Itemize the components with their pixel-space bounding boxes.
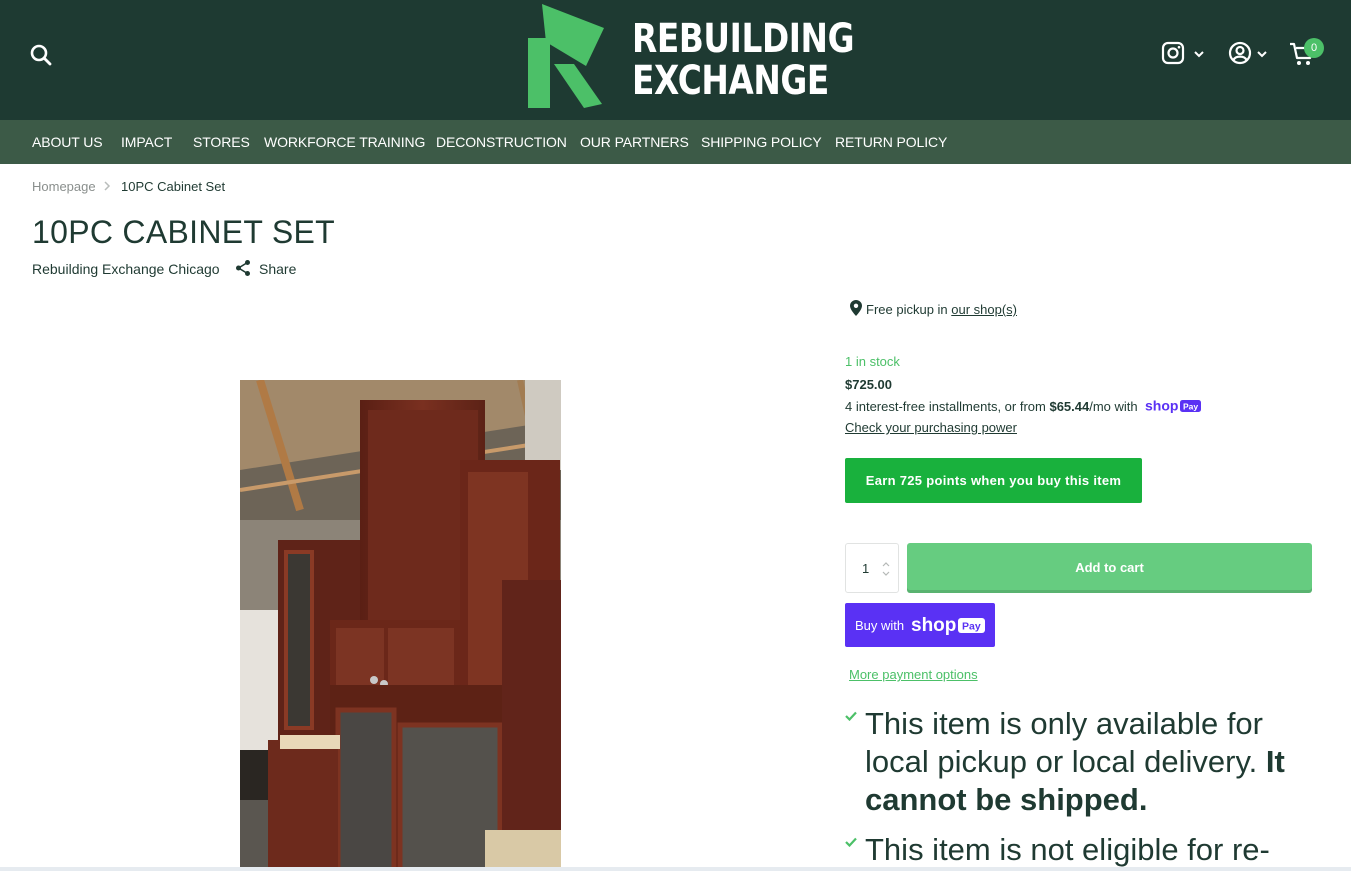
share-label: Share <box>259 261 297 277</box>
breadcrumb-home-link[interactable]: Homepage <box>32 179 96 194</box>
installments-prefix: 4 interest-free installments, or from <box>845 399 1050 414</box>
check-purchasing-power-link[interactable]: Check your purchasing power <box>845 420 1017 435</box>
earn-points-button[interactable]: Earn 725 points when you buy this item <box>845 458 1142 503</box>
nav-item-shipping-policy[interactable]: SHIPPING POLICY <box>701 134 822 150</box>
page-title: 10PC CABINET SET <box>32 214 335 250</box>
product-vendor: Rebuilding Exchange Chicago <box>32 261 220 277</box>
chevron-down-icon <box>1257 51 1267 58</box>
svg-text:Pay: Pay <box>962 621 981 633</box>
our-shops-link[interactable]: our shop(s) <box>951 302 1017 317</box>
installments-text: 4 interest-free installments, or from $6… <box>845 399 1202 414</box>
cart-count-badge: 0 <box>1304 38 1324 58</box>
nav-item-about-us[interactable]: ABOUT US <box>32 134 103 150</box>
account-icon <box>1228 41 1252 65</box>
share-icon <box>236 260 250 276</box>
page-bottom-divider <box>0 867 1351 871</box>
stock-status: 1 in stock <box>845 354 900 369</box>
installments-amount: $65.44 <box>1049 399 1090 414</box>
nav-item-our-partners[interactable]: OUR PARTNERS <box>580 134 689 150</box>
shoppay-logo-icon: shop Pay <box>1145 399 1202 413</box>
instagram-icon <box>1161 41 1185 65</box>
nav-item-workforce-training[interactable]: WORKFORCE TRAINING <box>264 134 425 150</box>
site-header: REBUILDING EXCHANGE 0 <box>0 0 1351 120</box>
logo-text: REBUILDING EXCHANGE <box>632 16 855 104</box>
checkmark-icon <box>845 711 857 721</box>
nav-item-return-policy[interactable]: RETURN POLICY <box>835 134 947 150</box>
logo-mark-icon <box>528 4 604 108</box>
quantity-value: 1 <box>862 561 870 576</box>
account-menu[interactable] <box>1227 40 1267 71</box>
svg-text:shop: shop <box>911 615 956 636</box>
local-pickup-notice: This item is only available for local pi… <box>865 705 1325 819</box>
chevron-right-icon <box>104 181 111 191</box>
search-icon[interactable] <box>28 42 54 68</box>
more-payment-options-link[interactable]: More payment options <box>849 667 978 682</box>
site-logo[interactable]: REBUILDING EXCHANGE <box>528 4 855 108</box>
chevron-down-icon <box>1194 51 1204 58</box>
buy-with-label: Buy with <box>855 618 905 633</box>
local-pickup-notice-text: This item is only available for local pi… <box>865 706 1266 779</box>
svg-text:shop: shop <box>1145 399 1178 413</box>
nav-item-impact[interactable]: IMPACT <box>121 134 172 150</box>
map-pin-icon <box>850 300 862 316</box>
shoppay-logo-icon: shop Pay <box>911 615 985 636</box>
add-to-cart-button[interactable]: Add to cart <box>907 543 1312 593</box>
free-pickup-label: Free pickup in <box>866 302 952 317</box>
installments-suffix: /mo with <box>1089 399 1138 414</box>
product-price: $725.00 <box>845 377 892 392</box>
svg-text:Pay: Pay <box>1183 402 1198 412</box>
free-pickup-text: Free pickup in our shop(s) <box>866 302 1017 317</box>
instagram-menu[interactable] <box>1160 40 1204 71</box>
quantity-stepper[interactable]: 1 <box>845 543 899 593</box>
return-eligibility-notice: This item is not eligible for re- <box>865 832 1270 867</box>
breadcrumb-current: 10PC Cabinet Set <box>121 179 226 194</box>
checkmark-icon <box>845 837 857 847</box>
stepper-arrows-icon[interactable] <box>882 561 890 577</box>
product-image[interactable] <box>240 380 561 870</box>
nav-item-stores[interactable]: STORES <box>193 134 250 150</box>
nav-item-deconstruction[interactable]: DECONSTRUCTION <box>436 134 567 150</box>
buy-with-shoppay-button[interactable]: Buy with shop Pay <box>845 603 995 647</box>
main-nav: ABOUT US IMPACT STORES WORKFORCE TRAININ… <box>0 120 1351 164</box>
